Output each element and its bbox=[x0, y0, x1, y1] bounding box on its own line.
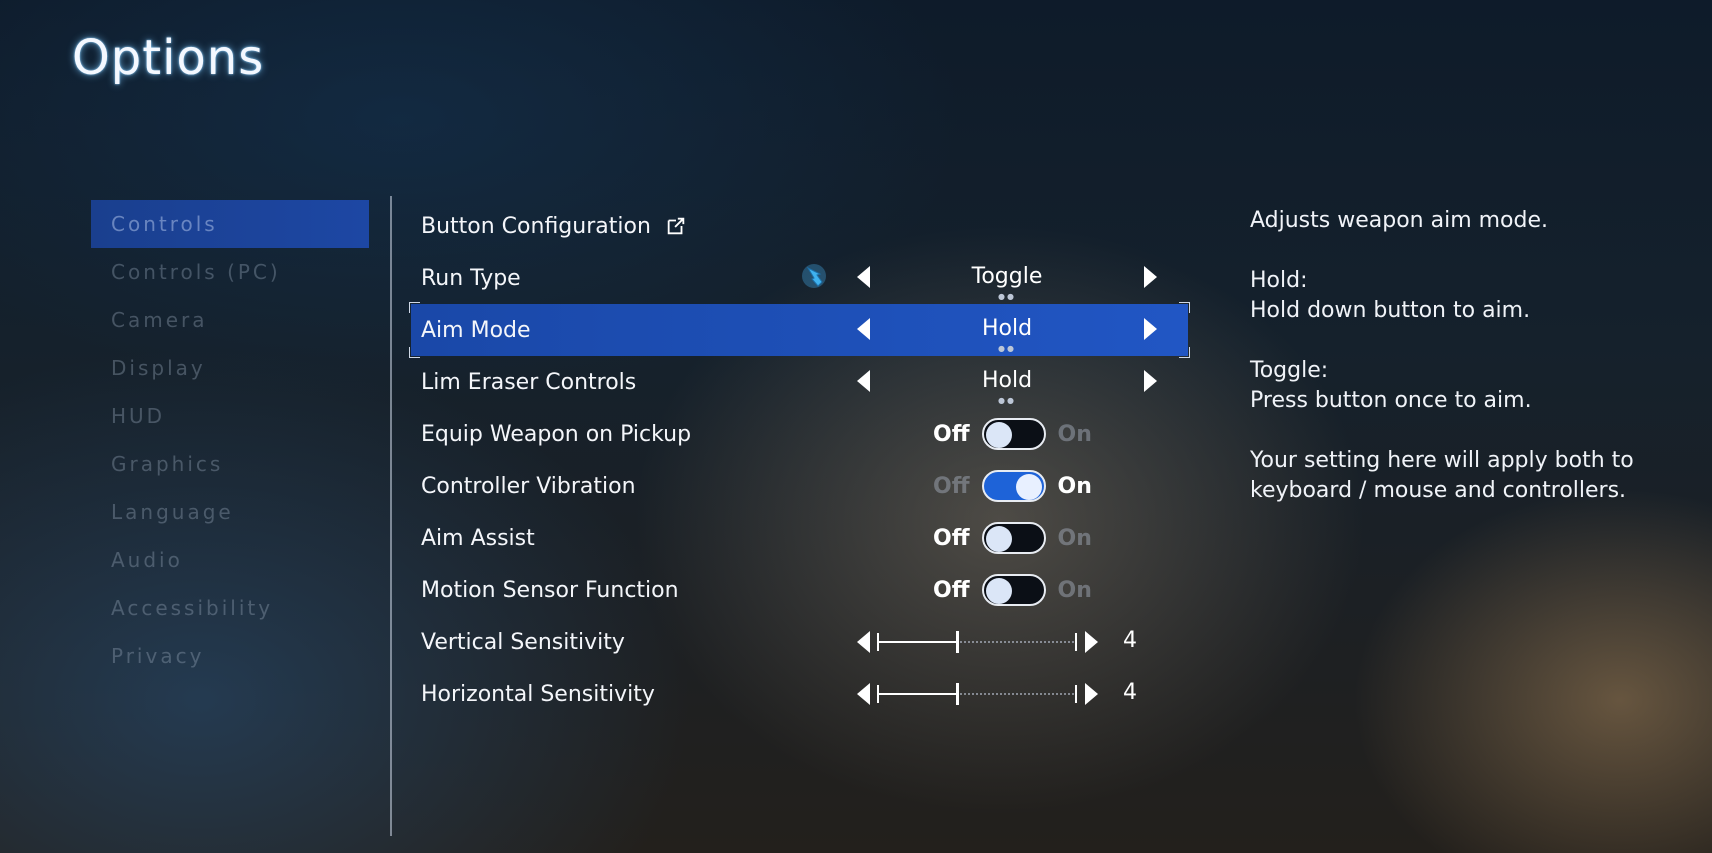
slider-remaining bbox=[957, 641, 1077, 643]
setting-label: Lim Eraser Controls bbox=[421, 369, 637, 395]
setting-label: Motion Sensor Function bbox=[421, 577, 679, 603]
toggle-off-label: Off bbox=[933, 577, 970, 603]
motion-sensor-toggle[interactable]: Off On bbox=[933, 564, 1092, 616]
slider-fill bbox=[877, 641, 957, 643]
toggle-switch[interactable] bbox=[981, 418, 1046, 450]
setting-label: Aim Assist bbox=[421, 525, 535, 551]
setting-equip-weapon-on-pickup[interactable]: Equip Weapon on Pickup Off On bbox=[411, 408, 1188, 460]
setting-vertical-sensitivity[interactable]: Vertical Sensitivity 4 bbox=[411, 616, 1188, 668]
toggle-switch[interactable] bbox=[981, 470, 1046, 502]
toggle-off-label: Off bbox=[933, 421, 970, 447]
toggle-off-label: Off bbox=[933, 525, 970, 551]
slider-track[interactable] bbox=[877, 631, 1077, 653]
selector-value: Hold bbox=[981, 368, 1033, 393]
page-title: Options bbox=[72, 30, 265, 86]
toggle-off-label: Off bbox=[933, 473, 970, 499]
description-hold-title: Hold: bbox=[1250, 268, 1308, 293]
controller-vibration-toggle[interactable]: Off On bbox=[933, 460, 1092, 512]
setting-aim-mode[interactable]: Aim Mode Hold ●● bbox=[409, 302, 1190, 358]
external-link-icon bbox=[667, 217, 685, 235]
equip-weapon-toggle[interactable]: Off On bbox=[933, 408, 1092, 460]
option-indicator-dots: ●● bbox=[998, 344, 1016, 353]
toggle-switch[interactable] bbox=[981, 522, 1046, 554]
setting-button-configuration[interactable]: Button Configuration bbox=[411, 200, 1188, 252]
description-summary: Adjusts weapon aim mode. bbox=[1250, 208, 1548, 233]
sidebar-item-language[interactable]: Language bbox=[91, 488, 369, 536]
toggle-knob bbox=[985, 422, 1012, 448]
description-toggle-title: Toggle: bbox=[1250, 358, 1329, 383]
setting-lim-eraser-controls[interactable]: Lim Eraser Controls Hold ●● bbox=[411, 356, 1188, 408]
arrow-right-icon[interactable] bbox=[1085, 683, 1098, 705]
setting-motion-sensor-function[interactable]: Motion Sensor Function Off On bbox=[411, 564, 1188, 616]
setting-label: Equip Weapon on Pickup bbox=[421, 421, 692, 447]
arrow-right-icon[interactable] bbox=[1144, 318, 1157, 340]
options-category-sidebar: Controls Controls (PC) Camera Display HU… bbox=[91, 200, 369, 680]
sidebar-item-camera[interactable]: Camera bbox=[91, 296, 369, 344]
arrow-right-icon[interactable] bbox=[1085, 631, 1098, 653]
selector-value: Toggle bbox=[971, 264, 1043, 289]
toggle-on-label: On bbox=[1057, 473, 1092, 499]
aim-assist-toggle[interactable]: Off On bbox=[933, 512, 1092, 564]
toggle-on-label: On bbox=[1057, 421, 1092, 447]
slider-thumb[interactable] bbox=[956, 683, 959, 705]
vertical-divider bbox=[390, 196, 392, 836]
slider-value: 4 bbox=[1123, 680, 1137, 705]
setting-label: Aim Mode bbox=[421, 317, 531, 343]
sidebar-item-display[interactable]: Display bbox=[91, 344, 369, 392]
slider-remaining bbox=[957, 693, 1077, 695]
setting-label: Run Type bbox=[421, 265, 521, 291]
setting-horizontal-sensitivity[interactable]: Horizontal Sensitivity 4 bbox=[411, 668, 1188, 720]
setting-aim-assist[interactable]: Aim Assist Off On bbox=[411, 512, 1188, 564]
run-type-selector[interactable]: Toggle ●● bbox=[857, 252, 1157, 304]
setting-label: Vertical Sensitivity bbox=[421, 629, 625, 655]
arrow-left-icon[interactable] bbox=[857, 631, 870, 653]
setting-label: Controller Vibration bbox=[421, 473, 636, 499]
setting-label: Horizontal Sensitivity bbox=[421, 681, 655, 707]
sidebar-item-accessibility[interactable]: Accessibility bbox=[91, 584, 369, 632]
arrow-right-icon[interactable] bbox=[1144, 266, 1157, 288]
toggle-switch[interactable] bbox=[981, 574, 1046, 606]
slider-end-tick bbox=[1075, 685, 1077, 703]
slider-thumb[interactable] bbox=[956, 631, 959, 653]
toggle-on-label: On bbox=[1057, 525, 1092, 551]
description-toggle-text: Press button once to aim. bbox=[1250, 388, 1532, 413]
selector-value: Hold bbox=[981, 316, 1033, 341]
description-hold-text: Hold down button to aim. bbox=[1250, 298, 1531, 323]
toggle-knob bbox=[985, 526, 1012, 552]
setting-description-panel: Adjusts weapon aim mode. Hold: Hold down… bbox=[1250, 206, 1690, 536]
lim-eraser-selector[interactable]: Hold ●● bbox=[857, 356, 1157, 408]
toggle-on-label: On bbox=[1057, 577, 1092, 603]
toggle-knob bbox=[1015, 474, 1042, 500]
arrow-left-icon[interactable] bbox=[857, 683, 870, 705]
vertical-sensitivity-slider[interactable]: 4 bbox=[857, 616, 1157, 668]
slider-end-tick bbox=[1075, 633, 1077, 651]
setting-label: Button Configuration bbox=[421, 213, 651, 239]
toggle-knob bbox=[985, 578, 1012, 604]
sidebar-item-graphics[interactable]: Graphics bbox=[91, 440, 369, 488]
sidebar-item-privacy[interactable]: Privacy bbox=[91, 632, 369, 680]
setting-controller-vibration[interactable]: Controller Vibration Off On bbox=[411, 460, 1188, 512]
sidebar-item-controls-pc[interactable]: Controls (PC) bbox=[91, 248, 369, 296]
sidebar-item-hud[interactable]: HUD bbox=[91, 392, 369, 440]
arrow-right-icon[interactable] bbox=[1144, 370, 1157, 392]
sidebar-item-audio[interactable]: Audio bbox=[91, 536, 369, 584]
slider-track[interactable] bbox=[877, 683, 1077, 705]
slider-fill bbox=[877, 693, 957, 695]
option-indicator-dots: ●● bbox=[998, 396, 1016, 405]
aim-mode-selector[interactable]: Hold ●● bbox=[857, 304, 1157, 356]
horizontal-sensitivity-slider[interactable]: 4 bbox=[857, 668, 1157, 720]
option-indicator-dots: ●● bbox=[998, 292, 1016, 301]
description-note: Your setting here will apply both to key… bbox=[1250, 448, 1634, 503]
hand-pointer-cursor-icon bbox=[802, 264, 826, 288]
slider-value: 4 bbox=[1123, 628, 1137, 653]
sidebar-item-controls[interactable]: Controls bbox=[91, 200, 369, 248]
